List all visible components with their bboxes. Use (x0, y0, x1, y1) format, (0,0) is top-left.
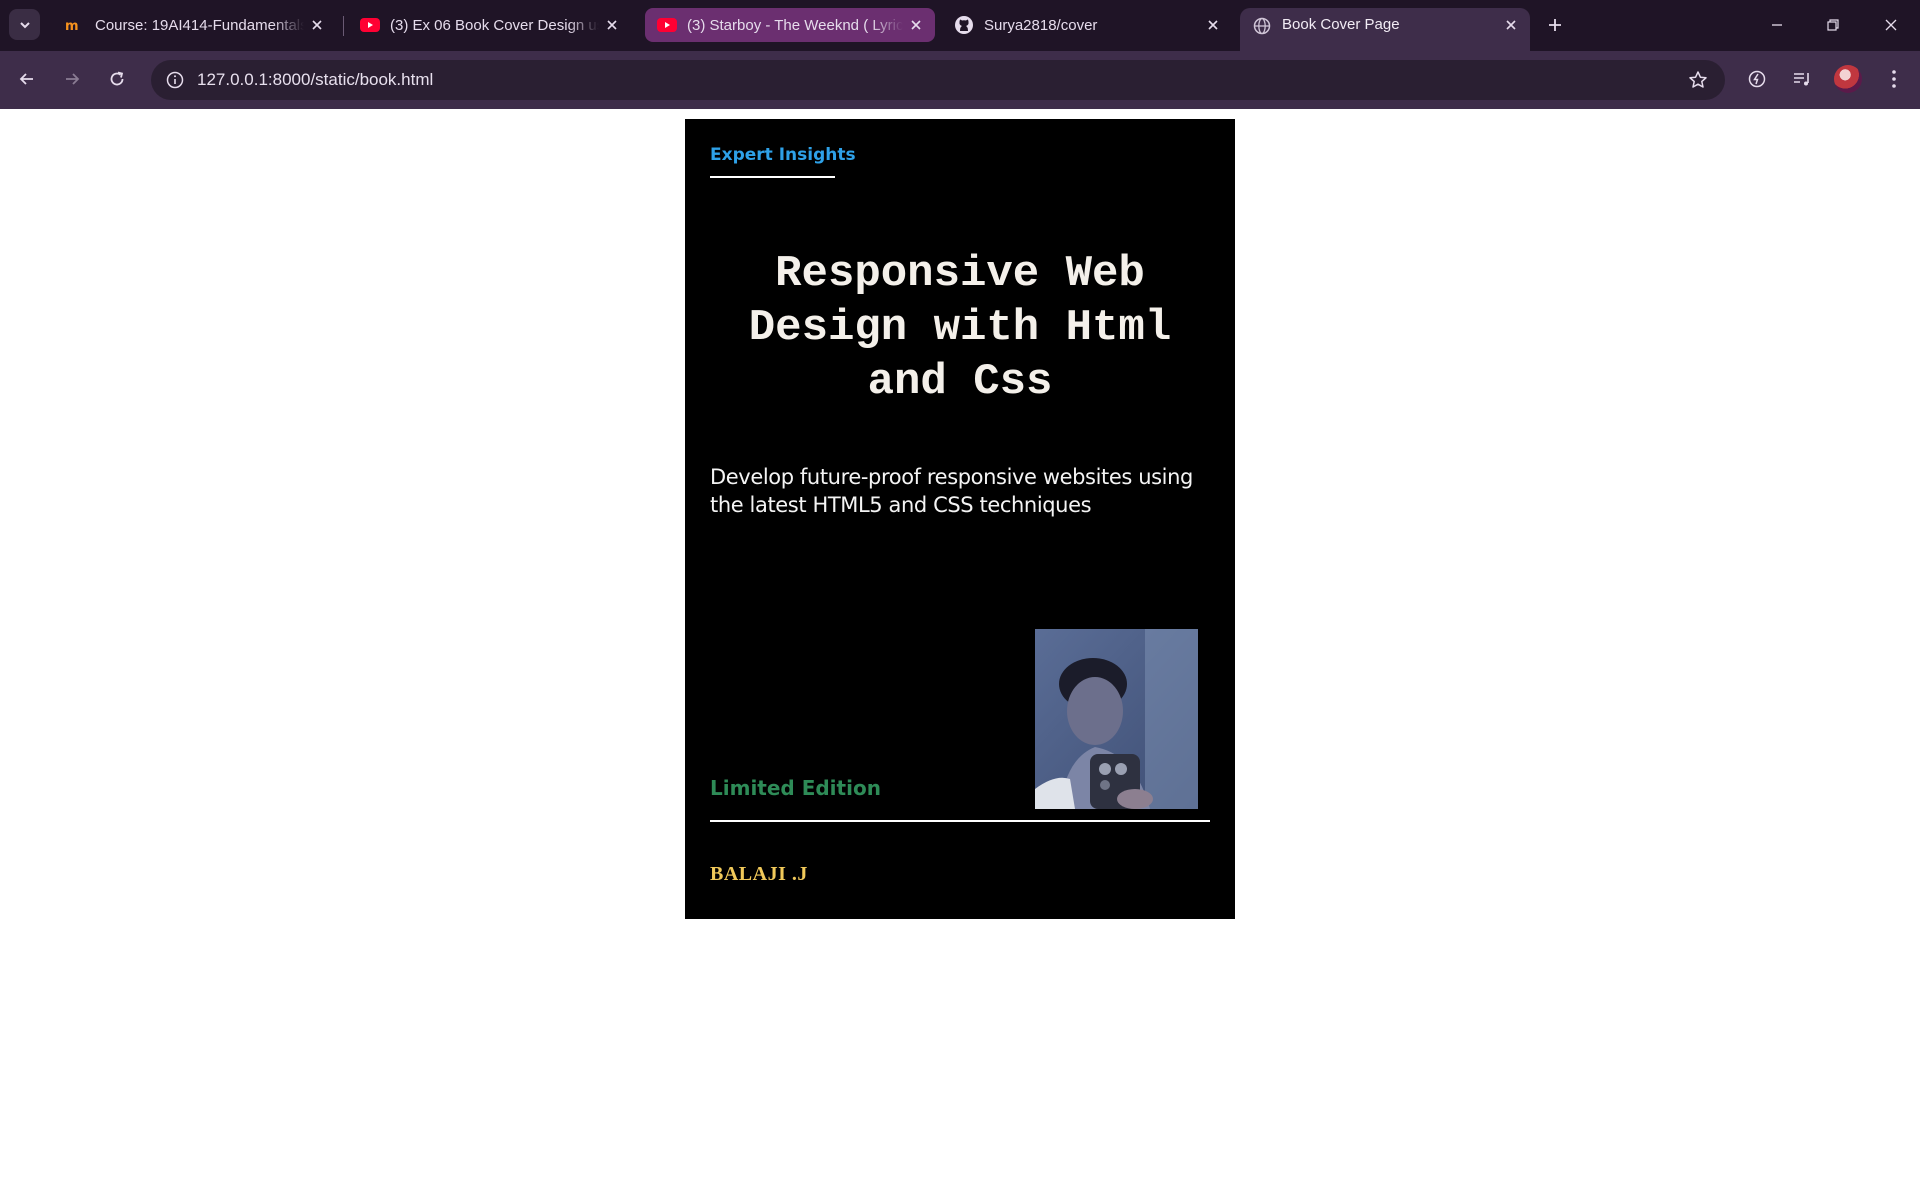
close-icon[interactable] (903, 12, 929, 38)
series-label: Expert Insights (710, 145, 856, 165)
book-cover: Expert Insights Responsive Web Design wi… (685, 119, 1235, 919)
tab-title: Surya2818/cover (984, 16, 1098, 34)
back-button[interactable] (10, 62, 44, 96)
tab-title: (3) Starboy - The Weeknd ( Lyrics ) (687, 16, 903, 34)
browser-toolbar: 127.0.0.1:8000/static/book.html (0, 51, 1920, 109)
youtube-icon (657, 15, 677, 35)
site-info-icon[interactable] (161, 66, 189, 94)
edition-label: Limited Edition (710, 776, 881, 800)
page-viewport: Expert Insights Responsive Web Design wi… (0, 109, 1920, 1200)
tab-starboy-video[interactable]: (3) Starboy - The Weeknd ( Lyrics ) (645, 8, 935, 42)
tab-title: Course: 19AI414-Fundamentals of Web Appl… (95, 16, 304, 34)
close-icon[interactable] (304, 12, 330, 38)
book-title: Responsive Web Design with Html and Css (748, 249, 1172, 407)
plus-icon (1549, 19, 1561, 31)
youtube-icon (360, 15, 380, 35)
menu-button[interactable] (1878, 63, 1910, 95)
address-bar[interactable]: 127.0.0.1:8000/static/book.html (151, 60, 1725, 100)
svg-text:m: m (65, 19, 79, 32)
tab-github-cover[interactable]: Surya2818/cover (942, 8, 1232, 42)
series-underline (710, 176, 835, 178)
performance-button[interactable] (1741, 63, 1773, 95)
tab-strip: m Course: 19AI414-Fundamentals of Web Ap… (0, 0, 1920, 51)
close-window-button[interactable] (1871, 8, 1911, 42)
bookmark-star-icon[interactable] (1685, 67, 1711, 93)
tab-separator (343, 16, 344, 36)
performance-icon (1748, 70, 1766, 88)
profile-avatar[interactable] (1834, 65, 1862, 93)
book-subtitle: Develop future-proof responsive websites… (710, 465, 1193, 517)
minimize-icon (1772, 24, 1782, 26)
restore-icon (1827, 19, 1839, 31)
globe-icon (1252, 16, 1272, 36)
kebab-menu-icon (1892, 70, 1896, 88)
close-icon (1885, 19, 1897, 31)
restore-button[interactable] (1813, 8, 1853, 42)
tab-title: Book Cover Page (1282, 16, 1400, 33)
tab-ex06-video[interactable]: (3) Ex 06 Book Cover Design using HTML (348, 8, 631, 42)
minimize-button[interactable] (1757, 8, 1797, 42)
arrow-right-icon (66, 73, 80, 85)
media-controls-button[interactable] (1786, 63, 1818, 95)
author-photo (1035, 629, 1198, 809)
chevron-down-icon (19, 21, 30, 28)
close-icon[interactable] (599, 12, 625, 38)
tab-course[interactable]: m Course: 19AI414-Fundamentals of Web Ap… (53, 8, 336, 42)
close-icon[interactable] (1200, 12, 1226, 38)
forward-button[interactable] (55, 62, 89, 96)
playlist-music-icon (1794, 73, 1809, 86)
author-name: BALAJI .J (710, 863, 808, 885)
reload-button[interactable] (100, 62, 134, 96)
arrow-left-icon (19, 73, 33, 85)
bottom-divider (710, 820, 1210, 822)
url-text[interactable]: 127.0.0.1:8000/static/book.html (197, 70, 433, 90)
new-tab-button[interactable] (1541, 11, 1569, 39)
reload-icon (110, 71, 124, 86)
close-icon[interactable] (1498, 12, 1524, 38)
tab-search-button[interactable] (9, 9, 40, 40)
tab-book-cover[interactable]: Book Cover Page (1240, 8, 1530, 51)
moodle-icon: m (65, 15, 85, 35)
github-icon (954, 15, 974, 35)
tab-title: (3) Ex 06 Book Cover Design using HTML (390, 16, 599, 34)
